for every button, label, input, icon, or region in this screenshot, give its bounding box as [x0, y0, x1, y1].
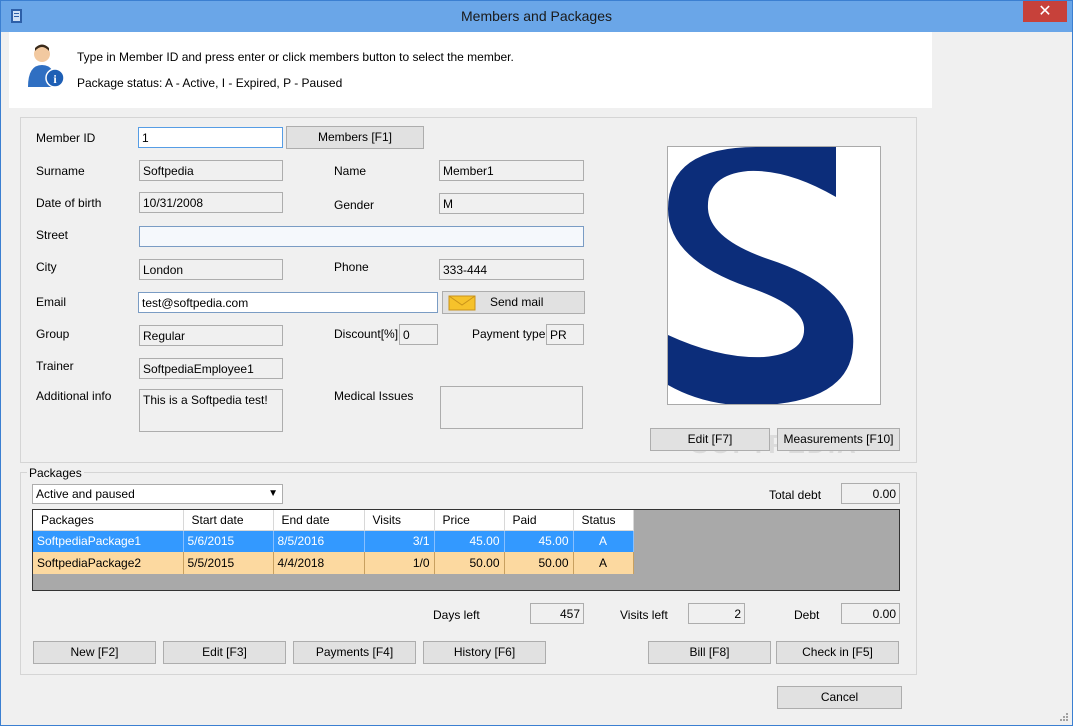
debt-field[interactable]: 0.00 — [841, 603, 900, 624]
surname-label: Surname — [36, 164, 85, 178]
package-filter-value: Active and paused — [36, 487, 135, 501]
visits-left-field[interactable]: 2 — [688, 603, 745, 624]
additional-info-field[interactable]: This is a Softpedia test! — [139, 389, 283, 432]
cell-paid: 45.00 — [504, 530, 574, 552]
column-header-packages[interactable]: Packages — [33, 510, 184, 531]
cell-package-name: SoftpediaPackage2 — [33, 552, 184, 574]
gender-field[interactable]: M — [439, 193, 584, 214]
members-packages-window: Members and Packages ✕ i Type in Member … — [0, 0, 1073, 726]
info-instruction-text: Type in Member ID and press enter or cli… — [77, 50, 514, 64]
surname-field[interactable]: Softpedia — [139, 160, 283, 181]
cell-start-date: 5/6/2015 — [183, 530, 274, 552]
resize-grip-icon[interactable] — [1059, 712, 1069, 722]
cell-start-date: 5/5/2015 — [183, 552, 274, 574]
info-bar: i Type in Member ID and press enter or c… — [9, 32, 932, 108]
discount-label: Discount[%] — [334, 327, 399, 341]
cancel-button[interactable]: Cancel — [777, 686, 902, 709]
cell-status: A — [573, 552, 634, 574]
payments-button[interactable]: Payments [F4] — [293, 641, 416, 664]
column-header-end-date[interactable]: End date — [273, 510, 365, 531]
bill-button[interactable]: Bill [F8] — [648, 641, 771, 664]
table-row[interactable]: SoftpediaPackage2 5/5/2015 4/4/2018 1/0 … — [33, 552, 634, 574]
medical-issues-label: Medical Issues — [334, 389, 414, 403]
history-button[interactable]: History [F6] — [423, 641, 546, 664]
cell-package-name: SoftpediaPackage1 — [33, 530, 184, 552]
phone-label: Phone — [334, 260, 369, 274]
days-left-field[interactable]: 457 — [530, 603, 584, 624]
softpedia-logo-image — [668, 147, 854, 404]
cell-paid: 50.00 — [504, 552, 574, 574]
cell-status: A — [573, 530, 634, 552]
edit-package-button[interactable]: Edit [F3] — [163, 641, 286, 664]
envelope-icon — [448, 295, 476, 311]
column-header-paid[interactable]: Paid — [504, 510, 574, 531]
cell-visits: 3/1 — [364, 530, 435, 552]
debt-label: Debt — [794, 608, 820, 622]
chevron-down-icon: ▼ — [268, 488, 278, 499]
street-label: Street — [36, 228, 69, 242]
total-debt-field[interactable]: 0.00 — [841, 483, 900, 504]
gender-label: Gender — [334, 198, 375, 212]
member-photo — [667, 146, 881, 405]
send-mail-label: Send mail — [490, 295, 544, 309]
column-header-start-date[interactable]: Start date — [183, 510, 274, 531]
total-debt-label: Total debt — [769, 488, 822, 502]
cell-price: 50.00 — [434, 552, 505, 574]
days-left-label: Days left — [433, 608, 480, 622]
column-header-price[interactable]: Price — [434, 510, 505, 531]
cell-end-date: 8/5/2016 — [273, 530, 365, 552]
additional-info-label: Additional info — [36, 389, 112, 403]
city-field[interactable]: London — [139, 259, 283, 280]
title-bar[interactable]: Members and Packages ✕ — [1, 1, 1072, 32]
trainer-field[interactable]: SoftpediaEmployee1 — [139, 358, 283, 379]
street-field[interactable] — [139, 226, 584, 247]
phone-field[interactable]: 333-444 — [439, 259, 584, 280]
table-header-row: Packages Start date End date Visits Pric… — [33, 510, 634, 531]
packages-grid[interactable]: Packages Start date End date Visits Pric… — [32, 509, 900, 591]
info-status-legend-text: Package status: A - Active, I - Expired,… — [77, 76, 343, 90]
measurements-button[interactable]: Measurements [F10] — [777, 428, 900, 451]
packages-group-label: Packages — [27, 466, 84, 480]
package-filter-select[interactable]: Active and paused ▼ — [32, 484, 283, 504]
cell-end-date: 4/4/2018 — [273, 552, 365, 574]
table-row[interactable]: SoftpediaPackage1 5/6/2015 8/5/2016 3/1 … — [33, 530, 634, 552]
window-title: Members and Packages — [461, 8, 612, 24]
member-id-input[interactable]: 1 — [138, 127, 283, 148]
name-label: Name — [334, 164, 367, 178]
trainer-label: Trainer — [36, 359, 74, 373]
discount-field[interactable]: 0 — [399, 324, 438, 345]
group-label: Group — [36, 327, 70, 341]
packages-table: Packages Start date End date Visits Pric… — [33, 510, 634, 574]
payment-type-field[interactable]: PR — [546, 324, 584, 345]
send-mail-button[interactable]: Send mail — [442, 291, 585, 314]
member-id-label: Member ID — [36, 131, 96, 145]
check-in-button[interactable]: Check in [F5] — [776, 641, 899, 664]
medical-issues-field[interactable] — [440, 386, 583, 429]
user-info-icon: i — [28, 44, 65, 88]
payment-type-label: Payment type — [472, 327, 546, 341]
edit-photo-button[interactable]: Edit [F7] — [650, 428, 770, 451]
column-header-visits[interactable]: Visits — [364, 510, 435, 531]
dob-field[interactable]: 10/31/2008 — [139, 192, 283, 213]
email-field[interactable]: test@softpedia.com — [138, 292, 438, 313]
email-label: Email — [36, 295, 67, 309]
cell-price: 45.00 — [434, 530, 505, 552]
group-field[interactable]: Regular — [139, 325, 283, 346]
visits-left-label: Visits left — [620, 608, 668, 622]
name-field[interactable]: Member1 — [439, 160, 584, 181]
column-header-status[interactable]: Status — [573, 510, 634, 531]
city-label: City — [36, 260, 57, 274]
new-button[interactable]: New [F2] — [33, 641, 156, 664]
dob-label: Date of birth — [36, 196, 102, 210]
close-icon[interactable]: ✕ — [1023, 1, 1067, 22]
cell-visits: 1/0 — [364, 552, 435, 574]
members-button[interactable]: Members [F1] — [286, 126, 424, 149]
